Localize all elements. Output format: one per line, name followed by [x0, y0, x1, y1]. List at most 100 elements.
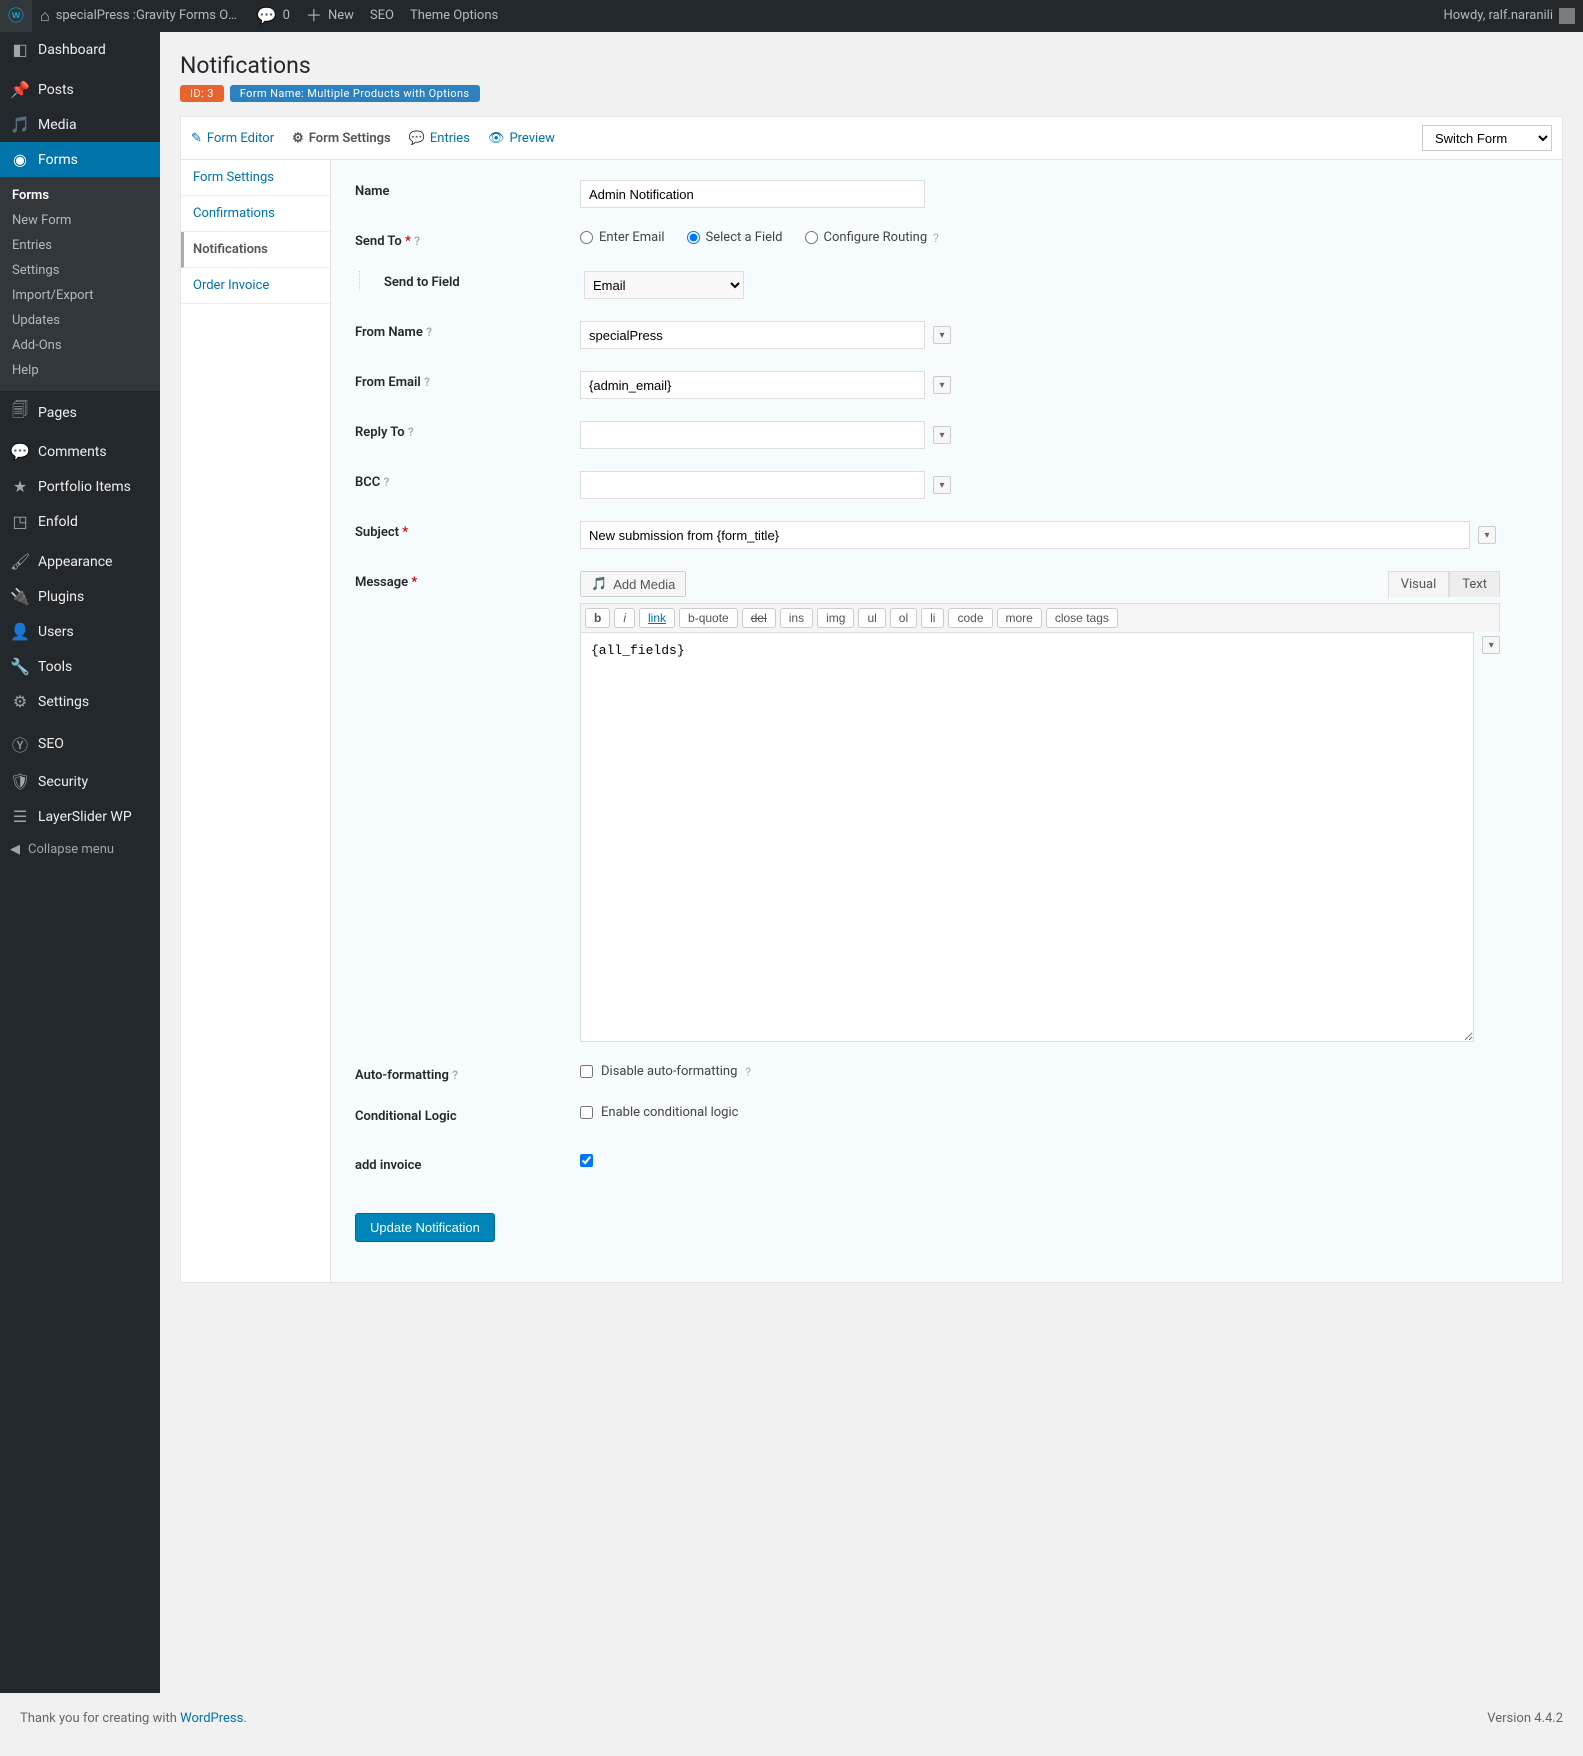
radio-configure-routing[interactable]: Configure Routing ? [805, 230, 939, 245]
new-content-link[interactable]: ＋New [298, 0, 362, 32]
help-icon[interactable]: ? [408, 425, 414, 439]
checkbox-input[interactable] [580, 1065, 593, 1078]
tab-order-invoice[interactable]: Order Invoice [181, 268, 330, 304]
help-icon[interactable]: ? [452, 1068, 458, 1082]
radio-select-field[interactable]: Select a Field [687, 230, 783, 245]
menu-comments[interactable]: 💬Comments [0, 434, 160, 469]
menu-seo[interactable]: ⓎSEO [0, 724, 160, 764]
qt-img[interactable]: img [817, 608, 854, 628]
collapse-menu[interactable]: ◀Collapse menu [0, 834, 160, 865]
checkbox-input[interactable] [580, 1106, 593, 1119]
submenu-forms-new[interactable]: New Form [0, 208, 160, 233]
help-icon[interactable]: ? [424, 375, 430, 389]
tab-notifications[interactable]: Notifications [181, 232, 330, 268]
qt-ol[interactable]: ol [890, 608, 917, 628]
qt-ins[interactable]: ins [780, 608, 813, 628]
menu-users[interactable]: 👤Users [0, 614, 160, 649]
reply-to-input[interactable] [580, 421, 925, 449]
send-to-field-select[interactable]: Email [584, 271, 744, 299]
radio-input[interactable] [687, 231, 700, 244]
seo-icon: Ⓨ [10, 732, 30, 756]
qt-i[interactable]: i [614, 608, 635, 628]
menu-enfold[interactable]: ◳Enfold [0, 504, 160, 539]
menu-tools[interactable]: 🔧Tools [0, 649, 160, 684]
editor-tab-visual[interactable]: Visual [1388, 571, 1450, 597]
merge-tag-button[interactable]: ▾ [933, 476, 951, 494]
update-notification-button[interactable]: Update Notification [355, 1213, 495, 1242]
menu-portfolio[interactable]: ★Portfolio Items [0, 469, 160, 504]
submenu-forms-entries[interactable]: Entries [0, 233, 160, 258]
menu-security[interactable]: 🛡Security [0, 764, 160, 799]
help-icon[interactable]: ? [933, 231, 939, 245]
merge-tag-button[interactable]: ▾ [933, 376, 951, 394]
radio-enter-email[interactable]: Enter Email [580, 230, 665, 245]
qt-li[interactable]: li [921, 608, 944, 628]
qt-code[interactable]: code [948, 608, 992, 628]
toolbar-label: Form Settings [309, 131, 391, 146]
menu-plugins[interactable]: 🔌Plugins [0, 579, 160, 614]
editor-tab-text[interactable]: Text [1449, 571, 1500, 597]
add-media-label: Add Media [613, 577, 675, 592]
submenu-forms-addons[interactable]: Add-Ons [0, 333, 160, 358]
submenu-forms-forms[interactable]: Forms [0, 183, 160, 208]
wordpress-link[interactable]: WordPress [180, 1711, 243, 1726]
help-icon[interactable]: ? [426, 325, 432, 339]
qt-b[interactable]: b [585, 608, 610, 628]
qt-ul[interactable]: ul [858, 608, 885, 628]
help-icon[interactable]: ? [384, 475, 390, 489]
message-textarea[interactable] [580, 632, 1474, 1042]
help-icon[interactable]: ? [414, 234, 420, 248]
comments-link[interactable]: 💬0 [249, 0, 298, 32]
from-email-input[interactable] [580, 371, 925, 399]
radio-input[interactable] [805, 231, 818, 244]
footer: Thank you for creating with WordPress. V… [0, 1693, 1583, 1756]
checkbox-enable-conditional[interactable]: Enable conditional logic [580, 1105, 738, 1120]
toolbar-entries[interactable]: 💬Entries [409, 131, 470, 146]
account-link[interactable]: Howdy, ralf.naranili [1435, 0, 1583, 32]
name-input[interactable] [580, 180, 925, 208]
help-icon[interactable]: ? [745, 1065, 751, 1079]
seo-link[interactable]: SEO [362, 0, 402, 32]
tab-form-settings[interactable]: Form Settings [181, 160, 330, 196]
merge-tag-button[interactable]: ▾ [933, 326, 951, 344]
subject-input[interactable] [580, 521, 1470, 549]
toolbar-form-settings[interactable]: ⚙Form Settings [292, 131, 391, 146]
checkbox-input[interactable] [580, 1154, 593, 1167]
qt-close[interactable]: close tags [1046, 608, 1118, 628]
submenu-forms-import[interactable]: Import/Export [0, 283, 160, 308]
bcc-input[interactable] [580, 471, 925, 499]
checkbox-disable-autoformat[interactable]: Disable auto-formatting ? [580, 1064, 751, 1079]
menu-dashboard[interactable]: ◧Dashboard [0, 32, 160, 67]
tab-confirmations[interactable]: Confirmations [181, 196, 330, 232]
form-id-badge: ID: 3 [180, 85, 224, 102]
merge-tag-button[interactable]: ▾ [933, 426, 951, 444]
theme-options-link[interactable]: Theme Options [402, 0, 506, 32]
qt-link[interactable]: link [639, 608, 675, 628]
toolbar-preview[interactable]: 👁Preview [488, 131, 555, 146]
qt-del[interactable]: del [742, 608, 776, 628]
menu-pages[interactable]: 🗐Pages [0, 391, 160, 434]
menu-appearance[interactable]: 🖌Appearance [0, 544, 160, 579]
add-media-button[interactable]: 🎵Add Media [580, 571, 686, 597]
site-home-link[interactable]: ⌂specialPress :Gravity Forms Order Invoi… [32, 0, 249, 32]
radio-input[interactable] [580, 231, 593, 244]
checkbox-add-invoice[interactable] [580, 1154, 593, 1167]
media-icon: 🎵 [10, 115, 30, 134]
menu-settings[interactable]: ⚙Settings [0, 684, 160, 719]
toolbar-form-editor[interactable]: ✎Form Editor [191, 131, 274, 146]
qt-bquote[interactable]: b-quote [679, 608, 738, 628]
menu-forms[interactable]: ◉Forms [0, 142, 160, 177]
merge-tag-button[interactable]: ▾ [1478, 526, 1496, 544]
from-name-input[interactable] [580, 321, 925, 349]
submenu-forms-settings[interactable]: Settings [0, 258, 160, 283]
footer-thanks: Thank you for creating with WordPress. [20, 1711, 247, 1726]
menu-posts[interactable]: 📌Posts [0, 72, 160, 107]
merge-tag-button[interactable]: ▾ [1482, 636, 1500, 654]
submenu-forms-updates[interactable]: Updates [0, 308, 160, 333]
wp-logo[interactable]: ⓦ [0, 0, 32, 32]
submenu-forms-help[interactable]: Help [0, 358, 160, 383]
qt-more[interactable]: more [997, 608, 1042, 628]
menu-media[interactable]: 🎵Media [0, 107, 160, 142]
menu-layerslider[interactable]: ☰LayerSlider WP [0, 799, 160, 834]
switch-form-select[interactable]: Switch Form [1422, 125, 1552, 151]
